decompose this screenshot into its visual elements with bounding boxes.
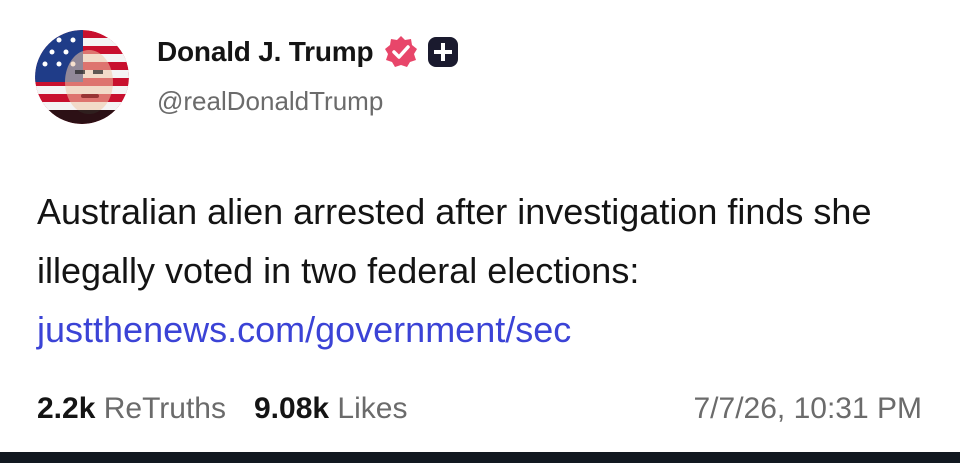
post-card: Donald J. Trump @realDonaldTrump Austral…: [0, 0, 960, 452]
likes-label: Likes: [337, 392, 408, 425]
post-timestamp[interactable]: 7/7/26, 10:31 PM: [694, 392, 923, 426]
author-handle[interactable]: @realDonaldTrump: [157, 86, 383, 117]
likes-count: 9.08k: [254, 392, 330, 425]
verified-badge-icon: [383, 34, 419, 70]
author-avatar[interactable]: [35, 30, 129, 124]
bottom-bar: [0, 452, 960, 463]
author-name[interactable]: Donald J. Trump: [157, 36, 374, 68]
retruths-count: 2.2k: [37, 392, 96, 425]
plus-badge-icon: [427, 36, 459, 68]
post-stats: 2.2k ReTruths 9.08k Likes: [37, 392, 435, 426]
retruths-stat[interactable]: 2.2k ReTruths: [37, 392, 226, 426]
likes-stat[interactable]: 9.08k Likes: [254, 392, 407, 426]
post-body: Australian alien arrested after investig…: [37, 182, 937, 359]
retruths-label: ReTruths: [103, 392, 226, 425]
author-name-row: Donald J. Trump: [157, 34, 459, 70]
post-link[interactable]: justthenews.com/government/sec: [37, 309, 571, 350]
post-text: Australian alien arrested after investig…: [37, 191, 872, 291]
